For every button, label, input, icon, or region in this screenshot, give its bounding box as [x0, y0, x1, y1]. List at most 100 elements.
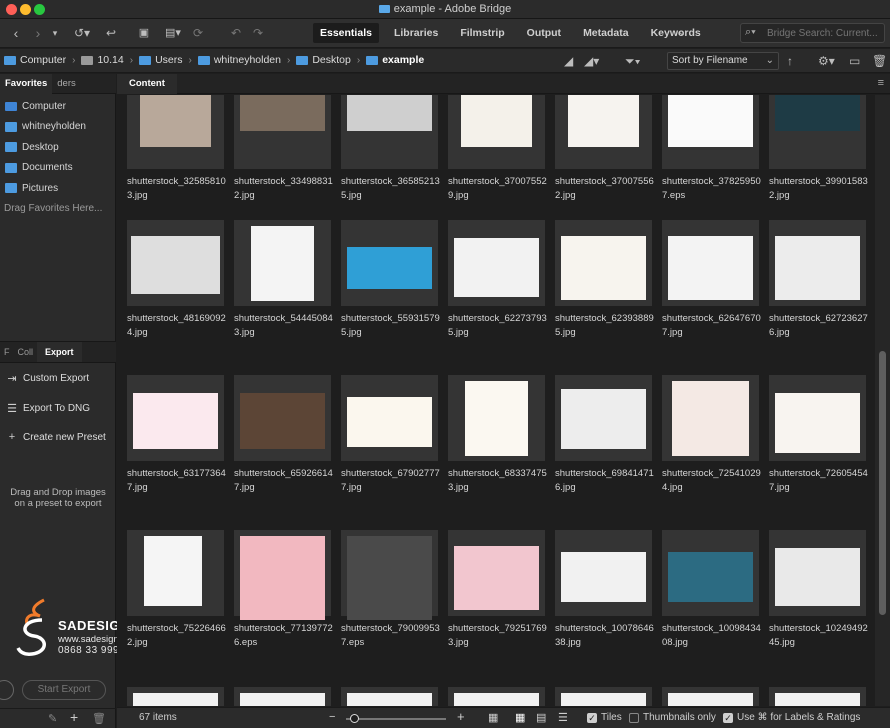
chevron-down-icon[interactable]: ▾	[49, 24, 61, 42]
export-toggle[interactable]	[0, 680, 14, 700]
content-thumbnail-tile[interactable]: shutterstock_659266147.jpg	[234, 375, 333, 525]
workspace-tab-essentials[interactable]: Essentials	[313, 23, 379, 43]
content-thumbnail-tile[interactable]: shutterstock_365852135.jpg	[341, 95, 440, 233]
content-thumbnail-tile-partial[interactable]	[234, 687, 331, 706]
start-export-button[interactable]: Start Export	[22, 680, 106, 700]
content-thumbnail-tile[interactable]: shutterstock_726054547.jpg	[769, 375, 868, 525]
favorite-desktop[interactable]: Desktop	[0, 137, 116, 158]
thumbnail-image[interactable]	[461, 95, 532, 147]
content-thumbnail-tile[interactable]: shutterstock_626476707.jpg	[662, 220, 761, 370]
export-to-dng-item[interactable]: ☰ Export To DNG	[0, 397, 116, 419]
thumbnail-image[interactable]	[775, 236, 860, 300]
thumbnail-image[interactable]	[775, 95, 860, 131]
thumbnail-image[interactable]	[131, 236, 220, 294]
thumbnail-well[interactable]	[662, 95, 759, 169]
recent-history-icon[interactable]: ↺▾	[70, 24, 94, 42]
thumbnail-image[interactable]	[133, 393, 218, 449]
content-thumbnail-tile[interactable]: shutterstock_790099537.eps	[341, 530, 440, 680]
thumbnail-image[interactable]	[347, 397, 432, 447]
workspace-tab-output[interactable]: Output	[520, 23, 568, 43]
thumbnail-image[interactable]	[240, 95, 325, 131]
thumbnail-well[interactable]	[341, 530, 438, 620]
content-thumbnail-tile-partial[interactable]	[662, 687, 759, 706]
tab-content[interactable]: Content	[117, 74, 177, 94]
thumbnail-image[interactable]	[775, 693, 860, 706]
sort-select[interactable]: Sort by Filename ⌄	[667, 52, 779, 70]
forward-icon[interactable]: ›	[31, 24, 45, 42]
content-thumbnail-tile[interactable]: shutterstock_325858103.jpg	[127, 95, 226, 233]
content-thumbnail-tile[interactable]: shutterstock_378259507.eps	[662, 95, 761, 233]
thumbnail-image[interactable]	[668, 95, 753, 147]
thumbnail-well[interactable]	[448, 687, 545, 706]
zoom-out-icon[interactable]: −	[329, 711, 335, 723]
content-thumbnail-tile[interactable]: shutterstock_752264662.jpg	[127, 530, 226, 680]
content-thumbnail-tile[interactable]: shutterstock_627236276.jpg	[769, 220, 868, 370]
thumbnail-well[interactable]	[234, 375, 331, 461]
thumbnail-image[interactable]	[668, 236, 753, 300]
content-thumbnail-tile[interactable]: shutterstock_622737935.jpg	[448, 220, 547, 370]
new-folder-icon[interactable]: ▭	[849, 53, 860, 69]
create-preset-item[interactable]: + Create new Preset	[0, 426, 116, 448]
thumbnail-well[interactable]	[127, 95, 224, 169]
thumbnail-size-slider-knob[interactable]	[350, 714, 359, 723]
favorite-whitneyholden[interactable]: whitneyholden	[0, 117, 116, 138]
thumbnail-image[interactable]	[561, 693, 646, 706]
thumbnail-well[interactable]	[448, 530, 545, 616]
thumbnail-well[interactable]	[662, 220, 759, 306]
content-thumbnail-tile-partial[interactable]	[341, 687, 438, 706]
zoom-in-icon[interactable]: +	[457, 709, 465, 724]
content-thumbnail-tile-partial[interactable]	[555, 687, 652, 706]
content-thumbnail-tile[interactable]: shutterstock_792517693.jpg	[448, 530, 547, 680]
quality-icon[interactable]: ◢	[564, 53, 573, 69]
thumbnail-well[interactable]	[127, 220, 224, 306]
thumbnail-well[interactable]	[769, 687, 866, 706]
tab-filter[interactable]: F	[0, 342, 14, 362]
thumbnail-well[interactable]	[341, 95, 438, 169]
content-thumbnail-tile[interactable]: shutterstock_631773647.jpg	[127, 375, 226, 525]
content-thumbnail-tile[interactable]: shutterstock_1024949245.jpg	[769, 530, 868, 680]
rotate-right-icon[interactable]: ↷	[250, 24, 266, 42]
sync-icon[interactable]: ⟳	[191, 24, 205, 42]
thumbnail-well[interactable]	[448, 95, 545, 169]
view-list-icon[interactable]: ☰	[558, 711, 568, 724]
content-thumbnail-tile[interactable]: shutterstock_683374753.jpg	[448, 375, 547, 525]
tab-favorites[interactable]: Favorites	[0, 74, 53, 94]
edit-icon[interactable]: ✎	[48, 712, 57, 725]
thumbnail-well[interactable]	[769, 95, 866, 169]
tab-export[interactable]: Export	[37, 342, 82, 362]
add-preset-plus-icon[interactable]: +	[70, 709, 78, 725]
thumbnail-image[interactable]	[672, 381, 749, 456]
workspace-tab-metadata[interactable]: Metadata	[576, 23, 636, 43]
back-icon[interactable]: ‹	[9, 24, 23, 42]
bridge-search-input[interactable]	[767, 26, 882, 40]
custom-export-item[interactable]: ⇥ Custom Export	[0, 367, 116, 389]
thumbnail-well[interactable]	[341, 375, 438, 461]
content-scrollbar[interactable]	[875, 95, 890, 706]
thumbnail-well[interactable]	[662, 687, 759, 706]
thumbnail-well[interactable]	[555, 220, 652, 306]
content-thumbnail-tile[interactable]: shutterstock_370075562.jpg	[555, 95, 654, 233]
open-recent-icon[interactable]: ⚙▾	[818, 53, 835, 69]
breadcrumb-item-example[interactable]: example	[366, 54, 424, 66]
content-thumbnail-tile[interactable]: shutterstock_623938895.jpg	[555, 220, 654, 370]
breadcrumb-item-desktop[interactable]: Desktop	[296, 54, 351, 66]
thumbnails-only-checkbox[interactable]	[629, 713, 639, 723]
view-thumbnails-icon[interactable]: ▦	[515, 711, 525, 724]
thumbnail-well[interactable]	[234, 530, 331, 620]
sort-ascending-icon[interactable]: ↑	[787, 53, 793, 69]
content-thumbnail-tile[interactable]: shutterstock_698414716.jpg	[555, 375, 654, 525]
thumbnail-well[interactable]	[769, 530, 866, 616]
workspace-tab-filmstrip[interactable]: Filmstrip	[453, 23, 511, 43]
thumbnail-well[interactable]	[341, 220, 438, 306]
refine-icon[interactable]: ▤▾	[160, 24, 186, 42]
thumbnail-well[interactable]	[127, 530, 224, 616]
breadcrumb-item-computer[interactable]: Computer	[4, 54, 66, 66]
thumbnail-image[interactable]	[454, 693, 539, 706]
thumbnail-image[interactable]	[561, 552, 646, 602]
thumbnail-well[interactable]	[555, 95, 652, 169]
delete-preset-trash-icon[interactable]: 🗑	[92, 712, 106, 725]
thumbnail-image[interactable]	[347, 693, 432, 706]
favorite-pictures[interactable]: Pictures	[0, 178, 116, 199]
content-thumbnail-tile[interactable]: shutterstock_1009843408.jpg	[662, 530, 761, 680]
thumbnail-image[interactable]	[133, 693, 218, 706]
